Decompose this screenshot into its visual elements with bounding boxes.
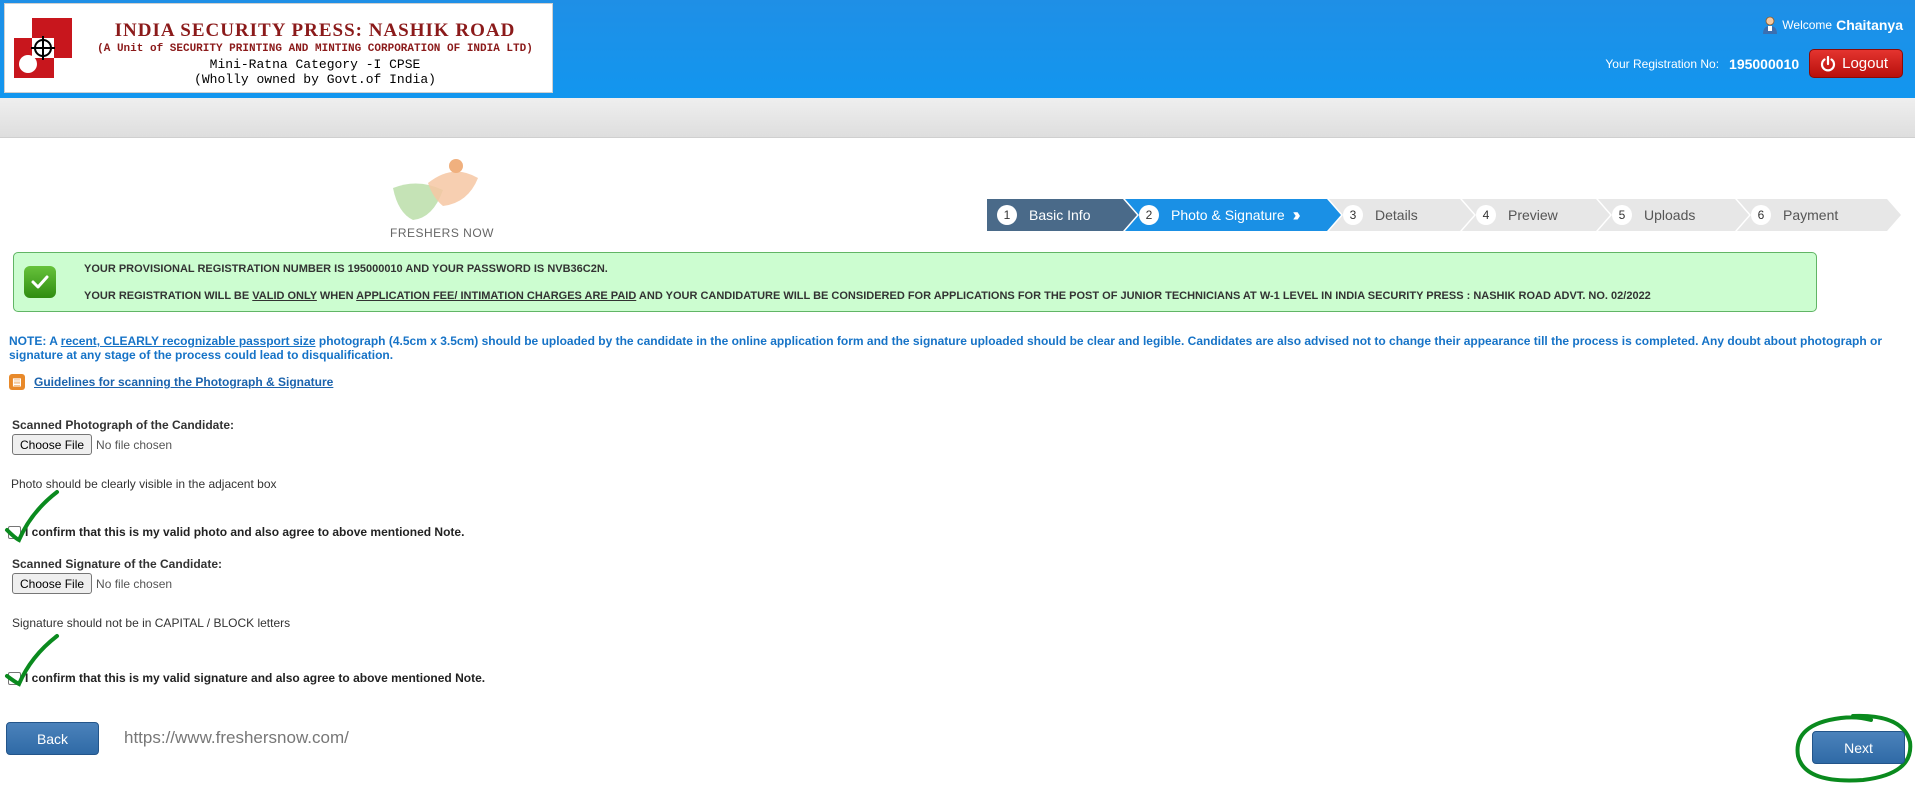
- logo-subtitle: (A Unit of SECURITY PRINTING AND MINTING…: [97, 43, 533, 55]
- step-number: 4: [1476, 205, 1496, 225]
- alert-emphasis: VALID ONLY: [252, 290, 317, 302]
- step-label: Photo & Signature: [1171, 207, 1285, 223]
- progress-wizard: 1 Basic Info 2 Photo & Signature ›› 3 De…: [987, 199, 1889, 231]
- step-number: 3: [1343, 205, 1363, 225]
- isp-emblem-icon: [14, 18, 72, 78]
- welcome-label: Welcome: [1782, 18, 1833, 32]
- step-label: Preview: [1508, 207, 1558, 223]
- photo-file-input[interactable]: Choose File No file chosen: [12, 434, 172, 455]
- signature-choose-file-button[interactable]: Choose File: [12, 573, 93, 594]
- alert-validity-line: YOUR REGISTRATION WILL BE VALID ONLY WHE…: [84, 290, 1651, 302]
- step-number: 6: [1751, 205, 1771, 225]
- user-icon: [1763, 16, 1778, 34]
- isp-logo-banner: INDIA SECURITY PRESS: NASHIK ROAD (A Uni…: [4, 3, 553, 93]
- note-text: NOTE: A: [9, 334, 61, 348]
- logout-button[interactable]: Logout: [1809, 49, 1903, 78]
- next-button[interactable]: Next: [1812, 731, 1905, 764]
- signature-file-input[interactable]: Choose File No file chosen: [12, 573, 172, 594]
- signature-confirm-row[interactable]: I confirm that this is my valid signatur…: [8, 671, 485, 685]
- step-number: 2: [1139, 205, 1159, 225]
- step-preview[interactable]: 4 Preview: [1462, 199, 1610, 231]
- step-number: 1: [997, 205, 1017, 225]
- signature-file-status: No file chosen: [96, 576, 173, 591]
- watermark-url: https://www.freshersnow.com/: [124, 728, 349, 747]
- photo-choose-file-button[interactable]: Choose File: [12, 434, 93, 455]
- welcome-message: Welcome Chaitanya: [1762, 16, 1903, 34]
- alert-text: WHEN: [316, 290, 357, 302]
- step-label: Uploads: [1644, 207, 1696, 223]
- step-label: Details: [1375, 207, 1418, 223]
- double-chevron-right-icon: ››: [1292, 204, 1297, 225]
- logout-label: Logout: [1842, 55, 1888, 72]
- step-label: Payment: [1783, 207, 1839, 223]
- signature-confirm-label: I confirm that this is my valid signatur…: [25, 671, 486, 685]
- signature-label: Scanned Signature of the Candidate:: [12, 557, 223, 571]
- step-label: Basic Info: [1029, 207, 1091, 223]
- photo-confirm-label: I confirm that this is my valid photo an…: [25, 525, 465, 539]
- handdrawn-check-icon: [5, 634, 59, 687]
- signature-hint: Signature should not be in CAPITAL / BLO…: [12, 616, 291, 630]
- photo-label: Scanned Photograph of the Candidate:: [12, 418, 235, 432]
- document-icon: ▤: [9, 374, 25, 390]
- success-alert: YOUR PROVISIONAL REGISTRATION NUMBER IS …: [13, 252, 1817, 312]
- guidelines-row: ▤ Guidelines for scanning the Photograph…: [9, 374, 333, 390]
- step-details[interactable]: 3 Details: [1329, 199, 1474, 231]
- registration-number: 195000010: [1729, 55, 1800, 72]
- registration-label: Your Registration No:: [1605, 56, 1720, 71]
- step-photo-signature[interactable]: 2 Photo & Signature ››: [1125, 199, 1341, 231]
- back-button[interactable]: Back: [6, 722, 99, 755]
- checkmark-icon: [24, 266, 56, 298]
- step-basic-info[interactable]: 1 Basic Info: [987, 199, 1137, 231]
- guidelines-link[interactable]: Guidelines for scanning the Photograph &…: [34, 375, 333, 389]
- alert-text: AND YOUR CANDIDATURE WILL BE CONSIDERED …: [636, 290, 1651, 302]
- sub-header-bar: [0, 98, 1915, 138]
- power-icon: [1821, 55, 1836, 71]
- alert-text: YOUR REGISTRATION WILL BE: [84, 290, 253, 302]
- handdrawn-check-icon: [5, 490, 59, 543]
- logo-ownership: (Wholly owned by Govt.of India): [194, 72, 436, 87]
- logo-title: INDIA SECURITY PRESS: NASHIK ROAD: [114, 20, 516, 41]
- photo-file-status: No file chosen: [96, 437, 173, 452]
- alert-emphasis: APPLICATION FEE/ INTIMATION CHARGES ARE …: [356, 290, 637, 302]
- photo-confirm-row[interactable]: I confirm that this is my valid photo an…: [8, 525, 464, 539]
- user-name: Chaitanya: [1836, 17, 1903, 33]
- step-number: 5: [1612, 205, 1632, 225]
- photo-note: NOTE: A recent, CLEARLY recognizable pas…: [9, 334, 1904, 362]
- alert-registration-line: YOUR PROVISIONAL REGISTRATION NUMBER IS …: [84, 263, 608, 275]
- step-payment[interactable]: 6 Payment: [1737, 199, 1901, 231]
- logo-category: Mini-Ratna Category -I CPSE: [209, 57, 421, 72]
- freshers-now-brand: FRESHERS NOW: [390, 226, 495, 240]
- page-header: INDIA SECURITY PRESS: NASHIK ROAD (A Uni…: [0, 0, 1915, 98]
- registration-info: Your Registration No: 195000010 Logout: [1605, 49, 1903, 78]
- note-emphasis: recent, CLEARLY recognizable passport si…: [60, 334, 316, 348]
- step-uploads[interactable]: 5 Uploads: [1598, 199, 1749, 231]
